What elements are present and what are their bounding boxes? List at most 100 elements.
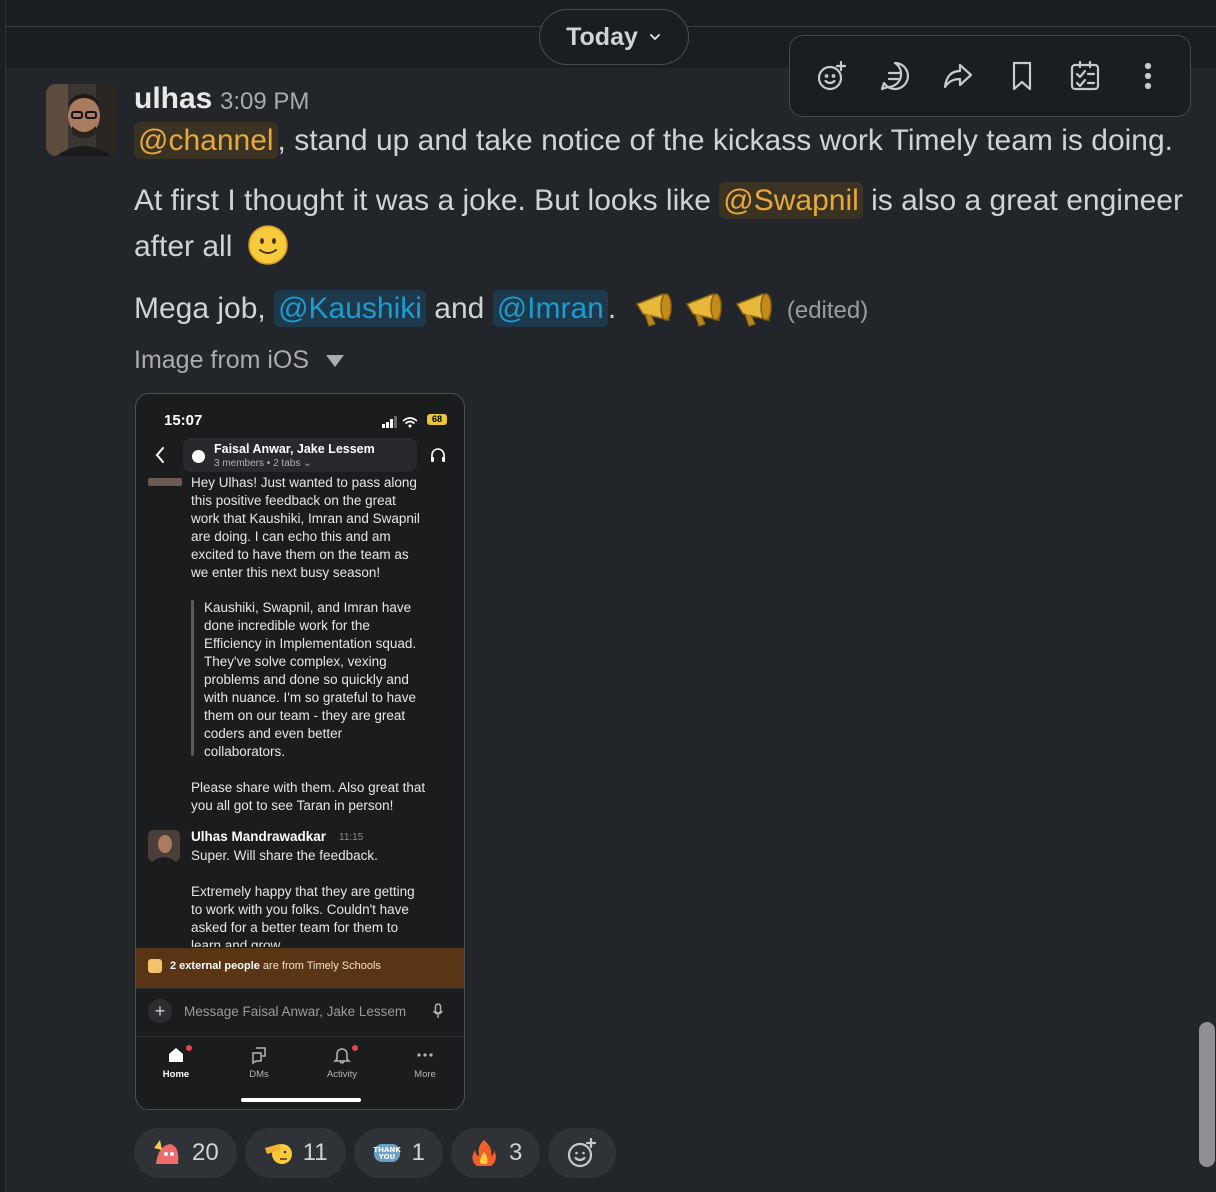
chat-bubble-icon [192, 450, 205, 463]
party-blob-emoji [154, 1140, 179, 1164]
add-reaction-chip[interactable] [548, 1128, 617, 1178]
external-people-banner: 2 external people are from Timely School… [136, 948, 464, 988]
megaphone-emoji [735, 292, 772, 327]
line2-after: is also a great engineer [862, 184, 1183, 217]
reply-time: 11:15 [339, 832, 364, 843]
megaphone-emoji [685, 292, 722, 327]
chevron-down-icon [649, 34, 660, 41]
message-line-2: At first I thought it was a joke. But lo… [134, 182, 1183, 219]
reply-avatar [148, 830, 180, 862]
bell-icon [333, 1048, 351, 1064]
microphone-icon [432, 1003, 444, 1018]
scrollbar-thumb[interactable] [1199, 1022, 1215, 1167]
megaphone-emoji [635, 292, 672, 327]
battery-indicator: 68 [427, 414, 447, 425]
add-reaction-icon [568, 1137, 597, 1168]
phone-quote: Kaushiki, Swapnil, and Imran have done i… [204, 600, 417, 759]
caret-down-icon [326, 354, 345, 367]
slightly-smiling-face-emoji [247, 225, 288, 265]
reaction-count: 3 [508, 1139, 523, 1166]
line4-suffix: . [607, 291, 617, 325]
home-indicator [241, 1098, 361, 1102]
home-icon [169, 1048, 183, 1062]
sender-avatar[interactable] [46, 84, 118, 156]
swapnil-mention[interactable]: @Swapnil [719, 182, 863, 219]
message-line-1: @channel, stand up and take notice of th… [134, 122, 1173, 159]
tab-home-label: Home [162, 1069, 190, 1080]
quote-bar [191, 600, 194, 756]
fire-emoji [472, 1140, 496, 1166]
phone-message-2: Please share with them. Also great that … [191, 780, 426, 813]
compose-placeholder: Message Faisal Anwar, Jake Lessem [184, 1004, 407, 1019]
ios-screenshot-attachment[interactable]: 15:07 68 Faisal Anwar, Jake Lessem 3 mem… [135, 393, 465, 1110]
sender-thumbnail [148, 478, 182, 486]
reaction-count: 11 [302, 1139, 328, 1166]
imran-mention[interactable]: @Imran [492, 289, 608, 327]
tab-activity-label: Activity [326, 1069, 358, 1080]
plus-icon: + [148, 999, 172, 1023]
kaushiki-mention[interactable]: @Kaushiki [274, 289, 426, 327]
tab-more-label: More [414, 1069, 436, 1080]
tab-dms-label: DMs [249, 1069, 269, 1080]
conversation-title: Faisal Anwar, Jake Lessem [214, 442, 375, 456]
compose-bar: + Message Faisal Anwar, Jake Lessem [136, 988, 464, 1035]
phone-reply-2: Extremely happy that they are getting to… [191, 884, 415, 947]
tab-more: More [395, 1045, 455, 1080]
banner-bold: 2 external people [170, 960, 260, 972]
headphones-icon [431, 448, 445, 462]
message-line-3: after all [134, 225, 289, 266]
reaction-salute[interactable]: 11 [244, 1128, 346, 1178]
channel-mention[interactable]: @channel [134, 122, 278, 159]
avatar-photo [46, 84, 118, 156]
more-actions-button[interactable] [1124, 52, 1172, 100]
reply-sender-name: Ulhas Mandrawadkar [191, 829, 327, 844]
dms-icon [252, 1047, 266, 1065]
conversation-header: Faisal Anwar, Jake Lessem 3 members • 2 … [183, 438, 417, 472]
forward-button[interactable] [934, 52, 982, 100]
add-reaction-button[interactable] [808, 52, 856, 100]
conversation-subtitle: 3 members • 2 tabs ⌄ [214, 458, 312, 469]
line4-middle: and [425, 291, 493, 325]
reaction-thank-you[interactable]: THANK YOU 1 [353, 1128, 443, 1178]
home-notification-dot [186, 1045, 192, 1051]
phone-message-1: Hey Ulhas! Just wanted to pass along thi… [191, 475, 420, 580]
line3-text: after all [134, 230, 233, 263]
banner-rest: are from Timely Schools [259, 960, 381, 972]
reaction-fire[interactable]: 3 [450, 1128, 541, 1178]
reactions-bar: 20 11 THANK YOU 1 3 [134, 1128, 617, 1178]
more-actions-icon [1145, 62, 1152, 90]
megaphone-emojis [625, 292, 779, 327]
tab-activity: Activity [312, 1045, 372, 1080]
message-timestamp[interactable]: 3:09 PM [220, 88, 309, 116]
bookmark-icon [1012, 61, 1031, 91]
add-reaction-icon [817, 60, 846, 91]
sender-name[interactable]: ulhas [134, 82, 212, 116]
create-list-icon [1070, 60, 1100, 91]
message-actions-toolbar [789, 35, 1191, 117]
forward-icon [944, 63, 973, 89]
reply-in-thread-button[interactable] [871, 52, 919, 100]
line4-prefix: Mega job, [134, 291, 275, 325]
tab-home: Home [146, 1045, 206, 1080]
line2-before: At first I thought it was a joke. But lo… [134, 184, 720, 217]
attachment-title: Image from iOS [134, 346, 310, 374]
date-divider-button[interactable]: Today [539, 9, 689, 65]
phone-status-time: 15:07 [164, 412, 203, 429]
reaction-count: 20 [192, 1139, 219, 1166]
save-for-later-button[interactable] [998, 52, 1046, 100]
activity-notification-dot [352, 1045, 358, 1051]
thank-you-emoji: THANKYOU [373, 1144, 401, 1162]
message-line-4: Mega job, @Kaushiki and @Imran. (edited) [134, 289, 868, 330]
back-chevron-icon [155, 447, 164, 463]
svg-text:YOU: YOU [377, 1153, 395, 1161]
reaction-party-blob[interactable]: 20 [134, 1128, 237, 1178]
reaction-count: 1 [411, 1139, 425, 1166]
more-dots-icon [417, 1053, 433, 1057]
add-to-list-button[interactable] [1061, 52, 1109, 100]
date-label: Today [566, 22, 638, 51]
line1-text: , stand up and take notice of the kickas… [277, 124, 1173, 157]
org-icon [148, 959, 162, 973]
phone-reply-1: Super. Will share the feedback. [191, 848, 378, 863]
attachment-label[interactable]: Image from iOS [134, 346, 345, 375]
reply-in-thread-icon [880, 61, 910, 91]
